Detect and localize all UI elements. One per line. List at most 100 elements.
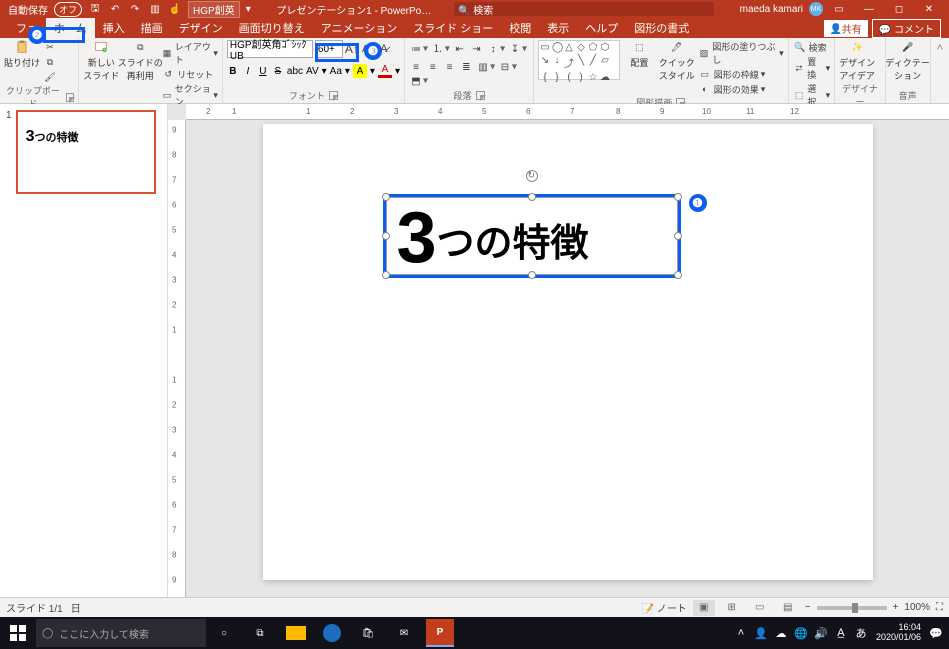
fit-to-window-icon[interactable]: ⛶: [936, 602, 943, 613]
tray-network-icon[interactable]: 🌐: [792, 624, 810, 642]
reset-button[interactable]: ↺リセット: [161, 67, 218, 81]
clipboard-launcher-icon[interactable]: [66, 93, 74, 102]
slide-thumbnail-1[interactable]: 3つの特徴: [16, 110, 156, 194]
font-color-icon[interactable]: A: [378, 64, 392, 78]
paste-button[interactable]: 貼り付け: [4, 40, 40, 69]
action-center-icon[interactable]: 💬: [927, 624, 945, 642]
line-spacing-icon[interactable]: ↕: [486, 42, 500, 56]
tab-review[interactable]: 校閲: [501, 18, 539, 38]
align-center-icon[interactable]: ≡: [426, 60, 440, 74]
tab-view[interactable]: 表示: [539, 18, 577, 38]
bold-button[interactable]: B: [227, 66, 239, 77]
tab-animations[interactable]: アニメーション: [313, 18, 406, 38]
handle-br[interactable]: [674, 271, 682, 279]
tab-slideshow[interactable]: スライド ショー: [405, 18, 501, 38]
dictate-button[interactable]: 🎤 ディクテー ション: [890, 40, 926, 82]
numbering-icon[interactable]: ⒈: [431, 40, 445, 54]
start-button[interactable]: [0, 617, 36, 649]
shape-outline-button[interactable]: ▭図形の枠線 ▾: [698, 67, 784, 81]
bullets-icon[interactable]: ≔: [409, 42, 423, 56]
share-button[interactable]: 👤共有: [824, 20, 868, 37]
autosave-toggle[interactable]: オフ: [54, 2, 82, 17]
shape-fill-button[interactable]: ▨図形の塗りつぶし ▾: [698, 40, 784, 66]
copy-icon[interactable]: ⧉: [43, 55, 57, 69]
maximize-icon[interactable]: ◻: [885, 0, 913, 18]
title-textbox[interactable]: 3つの特徴: [386, 197, 678, 275]
new-slide-button[interactable]: + 新しい スライド: [83, 40, 119, 82]
increase-indent-icon[interactable]: ⇥: [469, 42, 483, 56]
paragraph-launcher-icon[interactable]: [476, 91, 485, 100]
collapse-ribbon-icon[interactable]: ˄: [931, 38, 949, 103]
tab-help[interactable]: ヘルプ: [577, 18, 626, 38]
find-button[interactable]: 🔍検索: [793, 40, 831, 54]
italic-button[interactable]: I: [242, 66, 254, 77]
touch-mode-icon[interactable]: ☝: [168, 2, 182, 16]
align-left-icon[interactable]: ≡: [409, 60, 423, 74]
redo-icon[interactable]: ↷: [128, 2, 142, 16]
highlight-icon[interactable]: A: [353, 64, 367, 78]
user-name[interactable]: maeda kamari: [740, 4, 803, 15]
mail-launcher[interactable]: ✉: [386, 617, 422, 649]
align-text-icon[interactable]: ⊟: [498, 60, 512, 74]
explorer-launcher[interactable]: [278, 617, 314, 649]
columns-icon[interactable]: ▥: [476, 60, 490, 74]
zoom-in-button[interactable]: +: [893, 602, 899, 613]
start-slideshow-icon[interactable]: ▥: [148, 2, 162, 16]
handle-tm[interactable]: [528, 193, 536, 201]
tray-onedrive-icon[interactable]: ☁: [772, 624, 790, 642]
save-icon[interactable]: 🖫: [88, 2, 102, 16]
tab-home[interactable]: ホーム: [46, 18, 95, 38]
slide-thumbnail-pane[interactable]: 1 3つの特徴: [0, 104, 168, 597]
reading-view-icon[interactable]: ▭: [749, 600, 771, 616]
align-right-icon[interactable]: ≡: [443, 60, 457, 74]
tray-volume-icon[interactable]: 🔊: [812, 624, 830, 642]
handle-tl[interactable]: [382, 193, 390, 201]
design-ideas-button[interactable]: ✨ デザイン アイデア: [839, 40, 875, 82]
ribbon-display-options-icon[interactable]: ▭: [825, 0, 853, 18]
tab-insert[interactable]: 挿入: [95, 18, 133, 38]
char-spacing-button[interactable]: AV: [306, 66, 319, 77]
tab-design[interactable]: デザイン: [171, 18, 231, 38]
close-icon[interactable]: ✕: [915, 0, 943, 18]
store-launcher[interactable]: 🛍: [350, 617, 386, 649]
powerpoint-launcher[interactable]: P: [422, 617, 458, 649]
reuse-slides-button[interactable]: ⧉ スライドの 再利用: [122, 40, 158, 82]
avatar[interactable]: MK: [809, 2, 823, 16]
notes-button[interactable]: 📝 ノート: [642, 600, 687, 615]
tab-shape-format[interactable]: 図形の書式: [626, 18, 697, 38]
normal-view-icon[interactable]: ▣: [693, 600, 715, 616]
quick-font-box[interactable]: HGP創英: [188, 1, 240, 18]
handle-ml[interactable]: [382, 232, 390, 240]
tab-draw[interactable]: 描画: [133, 18, 171, 38]
cut-icon[interactable]: ✂: [43, 40, 57, 54]
handle-bm[interactable]: [528, 271, 536, 279]
layout-button[interactable]: ▦レイアウト ▾: [161, 40, 218, 66]
format-painter-icon[interactable]: 🖌: [43, 70, 57, 84]
text-direction-icon[interactable]: ↧: [508, 42, 522, 56]
tab-transitions[interactable]: 画面切り替え: [231, 18, 313, 38]
strike-button[interactable]: S: [272, 66, 284, 77]
arrange-button[interactable]: ⬚ 配置: [623, 40, 656, 69]
rotate-handle[interactable]: [526, 170, 538, 182]
zoom-percent[interactable]: 100%: [904, 602, 930, 613]
shadow-button[interactable]: abc: [287, 66, 303, 77]
handle-tr[interactable]: [674, 193, 682, 201]
font-size-select[interactable]: 60+: [315, 40, 343, 58]
zoom-out-button[interactable]: −: [805, 602, 811, 613]
cortana-icon[interactable]: ○: [206, 617, 242, 649]
taskbar-search[interactable]: ◯ここに入力して検索: [36, 619, 206, 647]
task-view-icon[interactable]: ⧉: [242, 617, 278, 649]
justify-icon[interactable]: ≣: [459, 60, 473, 74]
font-launcher-icon[interactable]: [329, 91, 338, 100]
font-name-select[interactable]: HGP創英角ｺﾞｼｯｸUB: [227, 40, 313, 58]
zoom-slider[interactable]: [817, 606, 887, 610]
slide-canvas[interactable]: 3つの特徴 ❶: [263, 124, 873, 580]
minimize-icon[interactable]: —: [855, 0, 883, 18]
edge-launcher[interactable]: [314, 617, 350, 649]
smartart-icon[interactable]: ⬒: [409, 74, 423, 88]
slideshow-view-icon[interactable]: ▤: [777, 600, 799, 616]
tray-people-icon[interactable]: 👤: [752, 624, 770, 642]
quick-styles-button[interactable]: 🖊 クイック スタイル: [659, 40, 695, 82]
replace-button[interactable]: ⮂置換 ▾: [793, 55, 831, 81]
status-language[interactable]: 日: [71, 600, 81, 615]
